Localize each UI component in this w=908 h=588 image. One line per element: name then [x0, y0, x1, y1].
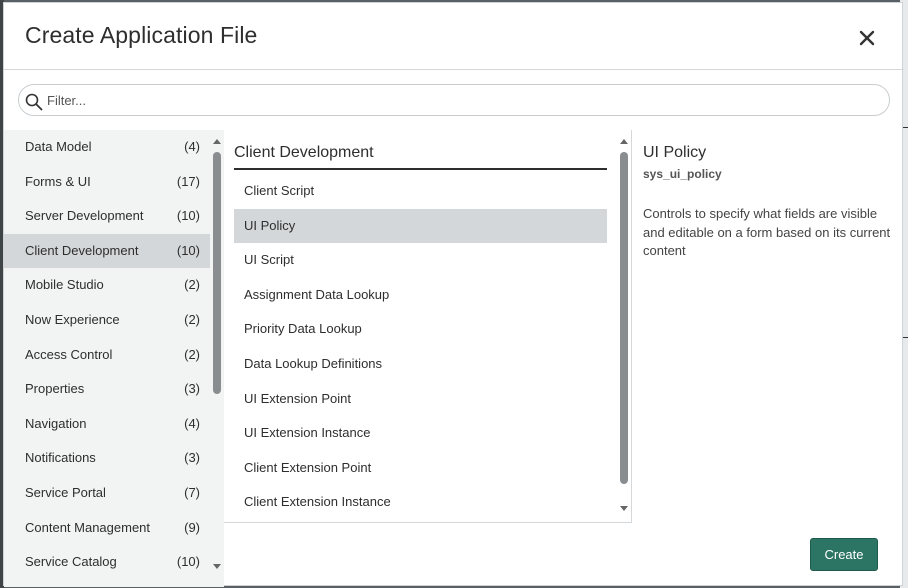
file-type-label: UI Extension Point — [244, 390, 351, 406]
file-type-scrollbar[interactable] — [617, 130, 631, 522]
file-type-item[interactable]: Data Lookup Definitions — [234, 347, 607, 382]
file-type-label: Client Extension Point — [244, 459, 372, 475]
close-button[interactable] — [856, 27, 878, 49]
category-list: Data Model (4) Forms & UI (17) Server Develo… — [4, 130, 210, 580]
category-label: Data Model — [25, 139, 92, 154]
category-count: (4) — [184, 139, 200, 154]
create-button[interactable]: Create — [810, 538, 878, 571]
dialog-header: Create Application File — [4, 3, 904, 70]
category-item[interactable]: Mobile Studio (2) — [4, 268, 210, 303]
category-item[interactable]: Access Control (2) — [4, 338, 210, 373]
file-type-item[interactable]: Client Script — [234, 174, 607, 209]
file-type-item[interactable]: Assignment Data Lookup — [234, 278, 607, 313]
search-icon — [25, 93, 43, 111]
file-type-item[interactable]: Client Extension Instance — [234, 485, 607, 520]
file-type-label: UI Script — [244, 252, 294, 268]
detail-panel: UI Policy sys_ui_policy Controls to spec… — [632, 130, 902, 523]
file-type-item[interactable]: UI Script — [234, 243, 607, 278]
file-type-heading: Client Development — [234, 144, 607, 170]
close-icon — [859, 30, 875, 46]
file-type-panel: Client Development Client Script UI Polic… — [224, 130, 632, 523]
scroll-up-arrow-icon[interactable] — [213, 139, 221, 144]
category-count: (7) — [184, 484, 200, 500]
file-type-label: UI Extension Instance — [244, 425, 371, 441]
category-count: (3) — [184, 450, 200, 466]
category-item[interactable]: Service Catalog (10) — [4, 545, 210, 580]
category-label: Notifications — [25, 450, 96, 466]
detail-description: Controls to specify what fields are visi… — [643, 206, 891, 258]
category-item[interactable]: Server Development (10) — [4, 199, 210, 234]
file-type-item[interactable]: UI Extension Instance — [234, 416, 607, 451]
category-item[interactable]: Client Development (10) — [4, 233, 210, 269]
category-item[interactable]: Navigation (4) — [4, 407, 210, 442]
category-count: (3) — [184, 381, 200, 397]
file-type-item[interactable]: UI Policy — [234, 208, 607, 244]
category-label: Client Development — [25, 242, 139, 258]
category-item[interactable]: Data Model (4) — [4, 130, 210, 165]
category-count: (10) — [176, 208, 200, 224]
category-item[interactable]: Notifications (3) — [4, 441, 210, 476]
category-label: Properties — [25, 381, 85, 397]
category-label: Content Management — [25, 519, 151, 535]
scrollbar-thumb[interactable] — [213, 152, 221, 394]
file-type-list: Client Script UI Policy UI Script Assignmen… — [234, 174, 607, 520]
create-application-file-dialog: Create Application File Data Model (4) For… — [3, 2, 904, 587]
category-item[interactable]: Now Experience (2) — [4, 303, 210, 338]
scroll-down-arrow-icon[interactable] — [620, 506, 628, 511]
category-count: (2) — [184, 311, 200, 327]
category-count: (10) — [176, 554, 200, 570]
file-type-item[interactable]: UI Extension Point — [234, 382, 607, 417]
category-label: Mobile Studio — [25, 277, 104, 293]
category-label: Forms & UI — [25, 173, 91, 189]
file-type-label: Priority Data Lookup — [244, 321, 362, 337]
filter-box — [18, 84, 890, 116]
category-label: Navigation — [25, 415, 87, 431]
category-label: Server Development — [25, 208, 144, 224]
file-type-item[interactable]: Priority Data Lookup — [234, 312, 607, 347]
file-type-label: Client Script — [244, 183, 315, 198]
detail-table-name: sys_ui_policy — [643, 167, 722, 181]
category-count: (2) — [184, 346, 200, 362]
detail-title: UI Policy — [643, 144, 707, 161]
category-item[interactable]: Content Management (9) — [4, 511, 210, 546]
category-panel: Data Model (4) Forms & UI (17) Server Develo… — [4, 130, 224, 587]
scrollbar-thumb[interactable] — [620, 152, 628, 484]
category-label: Access Control — [25, 346, 113, 362]
category-item[interactable]: Forms & UI (17) — [4, 165, 210, 200]
category-item[interactable]: Service Portal (7) — [4, 476, 210, 511]
file-type-label: Assignment Data Lookup — [244, 286, 390, 302]
file-type-label: Client Extension Instance — [244, 494, 391, 510]
file-type-item[interactable]: Client Extension Point — [234, 451, 607, 486]
scroll-down-arrow-icon[interactable] — [213, 564, 221, 569]
category-label: Now Experience — [25, 311, 120, 327]
category-label: Service Catalog — [25, 554, 117, 570]
category-count: (17) — [176, 173, 200, 189]
category-item[interactable]: Properties (3) — [4, 372, 210, 407]
category-count: (9) — [184, 519, 200, 535]
file-type-label: Data Lookup Definitions — [244, 355, 383, 371]
filter-input[interactable] — [47, 89, 867, 111]
category-count: (2) — [184, 277, 200, 293]
scroll-up-arrow-icon[interactable] — [620, 139, 628, 144]
category-label: Service Portal — [25, 484, 106, 500]
dialog-title: Create Application File — [25, 22, 258, 48]
file-type-label: UI Policy — [244, 217, 296, 233]
category-count: (4) — [184, 415, 200, 431]
category-count: (10) — [176, 242, 200, 258]
category-scrollbar[interactable] — [210, 130, 224, 587]
